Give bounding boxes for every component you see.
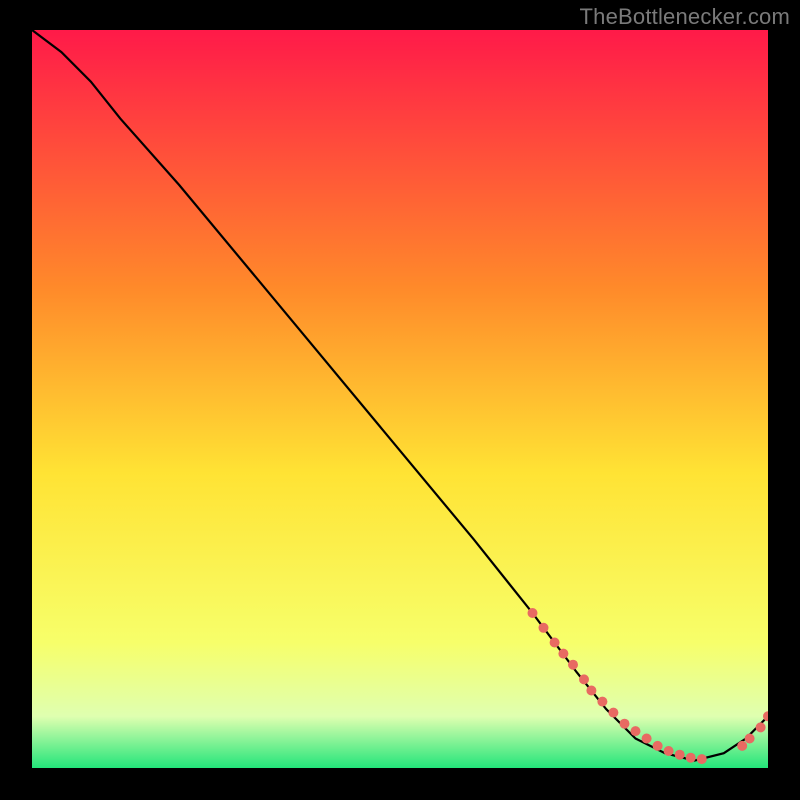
marker-dot xyxy=(586,686,596,696)
marker-dot xyxy=(631,726,641,736)
marker-dot xyxy=(539,623,549,633)
marker-dot xyxy=(528,608,538,618)
marker-dot xyxy=(653,741,663,751)
marker-dot xyxy=(697,754,707,764)
marker-dot xyxy=(745,734,755,744)
marker-dot xyxy=(686,753,696,763)
marker-dot xyxy=(550,638,560,648)
marker-dot xyxy=(675,750,685,760)
watermark-label: TheBottlenecker.com xyxy=(580,4,790,30)
marker-dot xyxy=(664,746,674,756)
chart-frame: TheBottlenecker.com xyxy=(0,0,800,800)
marker-dot xyxy=(579,674,589,684)
marker-dot xyxy=(608,708,618,718)
gradient-background xyxy=(32,30,768,768)
marker-dot xyxy=(737,741,747,751)
marker-dot xyxy=(642,734,652,744)
marker-dot xyxy=(620,719,630,729)
marker-dot xyxy=(597,697,607,707)
plot-area xyxy=(32,30,768,768)
marker-dot xyxy=(568,660,578,670)
marker-dot xyxy=(756,722,766,732)
marker-dot xyxy=(558,649,568,659)
chart-svg xyxy=(32,30,768,768)
